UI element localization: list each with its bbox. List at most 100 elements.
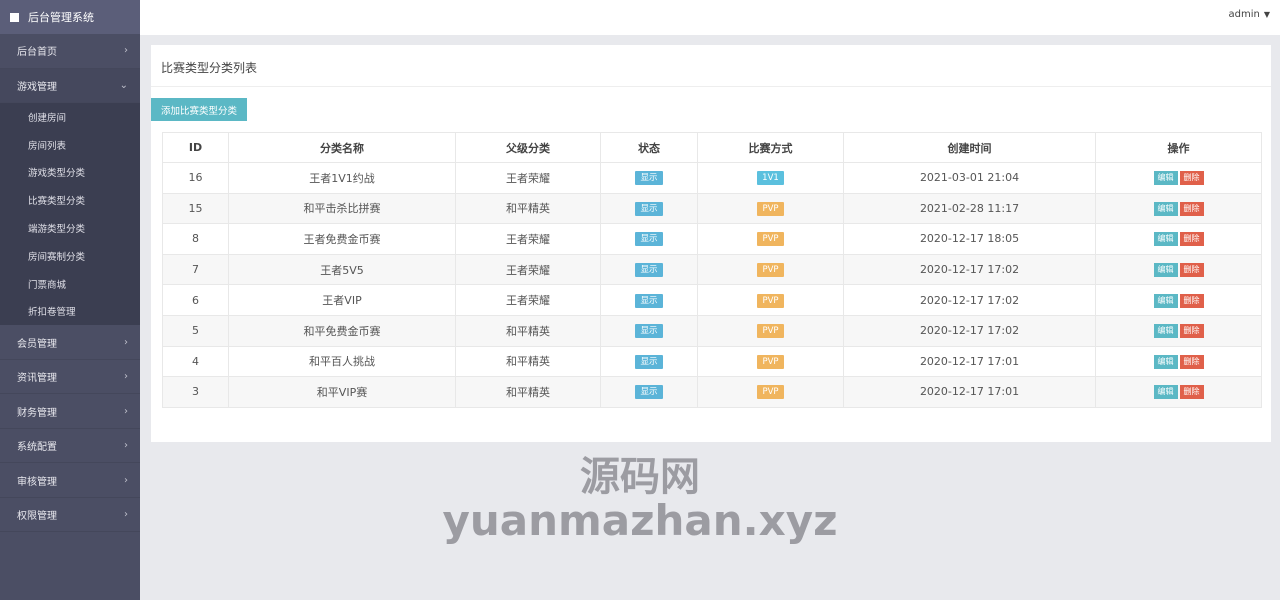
col-header-actions: 操作 <box>1095 132 1262 163</box>
mode-badge: PVP <box>757 263 784 278</box>
mode-badge: PVP <box>757 232 784 247</box>
cell-status: 显示 <box>600 162 698 194</box>
cell-id: 16 <box>162 162 229 194</box>
col-header-id: ID <box>162 132 229 163</box>
mode-badge: PVP <box>757 385 784 400</box>
page-title: 比赛类型分类列表 <box>151 45 1271 87</box>
sidebar-item-news[interactable]: 资讯管理 › <box>0 360 140 395</box>
edit-button[interactable]: 编辑 <box>1153 354 1178 369</box>
sidebar-item-member[interactable]: 会员管理 › <box>0 325 140 360</box>
cell-status: 显示 <box>600 376 698 408</box>
table-row: 8 王者免费金币赛 王者荣耀 显示 PVP 2020-12-17 18:05 编… <box>162 223 1262 255</box>
chevron-right-icon: › <box>124 45 128 57</box>
edit-button[interactable]: 编辑 <box>1153 232 1178 247</box>
sidebar-subitem-pc-game-type[interactable]: 端游类型分类 <box>0 214 140 242</box>
cell-mode: PVP <box>697 223 844 255</box>
sidebar-subitem-room-list[interactable]: 房间列表 <box>0 131 140 159</box>
chevron-right-icon: › <box>124 371 128 383</box>
cell-status: 显示 <box>600 223 698 255</box>
status-badge: 显示 <box>635 324 663 339</box>
cell-created: 2020-12-17 17:01 <box>843 376 1096 408</box>
cell-mode: PVP <box>697 253 844 286</box>
col-header-parent: 父级分类 <box>455 132 601 163</box>
cell-id: 15 <box>162 192 229 225</box>
cell-name: 和平免费金币赛 <box>228 314 456 347</box>
sidebar-item-home[interactable]: 后台首页 › <box>0 34 140 69</box>
edit-button[interactable]: 编辑 <box>1153 263 1178 278</box>
table-row: 6 王者VIP 王者荣耀 显示 PVP 2020-12-17 17:02 编辑删… <box>162 284 1262 316</box>
cell-mode: PVP <box>697 192 844 225</box>
status-badge: 显示 <box>635 232 663 247</box>
table-row: 3 和平VIP赛 和平精英 显示 PVP 2020-12-17 17:01 编辑… <box>162 376 1262 408</box>
delete-button[interactable]: 删除 <box>1179 385 1204 400</box>
delete-button[interactable]: 删除 <box>1179 354 1204 369</box>
table-row: 4 和平百人挑战 和平精英 显示 PVP 2020-12-17 17:01 编辑… <box>162 345 1262 378</box>
cell-created: 2020-12-17 17:02 <box>843 314 1096 347</box>
cell-parent: 王者荣耀 <box>455 162 601 194</box>
cell-status: 显示 <box>600 314 698 347</box>
caret-down-icon: ▼ <box>1263 10 1270 19</box>
chevron-right-icon: › <box>124 405 128 417</box>
mode-badge: 1V1 <box>757 171 784 186</box>
cell-mode: PVP <box>697 345 844 378</box>
col-header-name: 分类名称 <box>228 132 456 163</box>
col-header-status: 状态 <box>600 132 698 163</box>
cell-parent: 和平精英 <box>455 192 601 225</box>
logo-square-icon <box>10 12 19 22</box>
cell-id: 6 <box>162 284 229 316</box>
status-badge: 显示 <box>635 263 663 278</box>
watermark-url: yuanmazhan.xyz <box>442 496 838 545</box>
cell-status: 显示 <box>600 192 698 225</box>
watermark-title: 源码网 <box>580 454 700 500</box>
delete-button[interactable]: 删除 <box>1179 171 1204 186</box>
sidebar-subitem-room-format[interactable]: 房间赛制分类 <box>0 242 140 270</box>
cell-name: 王者1V1约战 <box>228 162 456 194</box>
cell-parent: 和平精英 <box>455 314 601 347</box>
cell-name: 和平百人挑战 <box>228 345 456 378</box>
col-header-created: 创建时间 <box>843 132 1096 163</box>
topbar: admin ▼ <box>140 0 1280 35</box>
sidebar-item-finance[interactable]: 财务管理 › <box>0 394 140 429</box>
match-type-table: ID 分类名称 父级分类 状态 比赛方式 创建时间 操作 16 王者1V1约战 … <box>162 132 1262 408</box>
cell-created: 2020-12-17 17:02 <box>843 284 1096 316</box>
table-row: 15 和平击杀比拼赛 和平精英 显示 PVP 2021-02-28 11:17 … <box>162 192 1262 225</box>
edit-button[interactable]: 编辑 <box>1153 293 1178 308</box>
edit-button[interactable]: 编辑 <box>1153 385 1178 400</box>
sidebar-subitem-coupon[interactable]: 折扣卷管理 <box>0 298 140 326</box>
brand[interactable]: 后台管理系统 <box>0 0 140 34</box>
status-badge: 显示 <box>635 171 663 186</box>
status-badge: 显示 <box>635 385 663 400</box>
cell-status: 显示 <box>600 253 698 286</box>
cell-parent: 王者荣耀 <box>455 253 601 286</box>
user-menu[interactable]: admin ▼ <box>1229 9 1271 20</box>
sidebar-item-game[interactable]: 游戏管理 ⌄ <box>0 68 140 103</box>
add-match-type-button[interactable]: 添加比赛类型分类 <box>151 98 247 121</box>
table-row: 5 和平免费金币赛 和平精英 显示 PVP 2020-12-17 17:02 编… <box>162 314 1262 347</box>
delete-button[interactable]: 删除 <box>1179 293 1204 308</box>
cell-mode: PVP <box>697 376 844 408</box>
mode-badge: PVP <box>757 324 784 339</box>
mode-badge: PVP <box>757 293 784 308</box>
game-submenu: 创建房间 房间列表 游戏类型分类 比赛类型分类 端游类型分类 房间赛制分类 门票… <box>0 103 140 326</box>
edit-button[interactable]: 编辑 <box>1153 324 1178 339</box>
chevron-down-icon: ⌄ <box>119 79 128 91</box>
sidebar-subitem-game-type[interactable]: 游戏类型分类 <box>0 159 140 187</box>
edit-button[interactable]: 编辑 <box>1153 201 1178 216</box>
delete-button[interactable]: 删除 <box>1179 201 1204 216</box>
sidebar-subitem-ticket-shop[interactable]: 门票商城 <box>0 270 140 298</box>
delete-button[interactable]: 删除 <box>1179 263 1204 278</box>
cell-created: 2021-02-28 11:17 <box>843 192 1096 225</box>
cell-actions: 编辑 删除 <box>1095 253 1262 286</box>
sidebar-subitem-create-room[interactable]: 创建房间 <box>0 103 140 131</box>
delete-button[interactable]: 删除 <box>1179 324 1204 339</box>
cell-status: 显示 <box>600 345 698 378</box>
cell-actions: 编辑 删除 <box>1095 314 1262 347</box>
edit-button[interactable]: 编辑 <box>1153 171 1178 186</box>
delete-button[interactable]: 删除 <box>1179 232 1204 247</box>
cell-actions: 编辑 删除 <box>1095 376 1262 408</box>
cell-created: 2020-12-17 17:01 <box>843 345 1096 378</box>
sidebar-subitem-match-type[interactable]: 比赛类型分类 <box>0 186 140 214</box>
cell-parent: 和平精英 <box>455 345 601 378</box>
cell-name: 王者VIP <box>228 284 456 316</box>
cell-actions: 编辑 删除 <box>1095 345 1262 378</box>
